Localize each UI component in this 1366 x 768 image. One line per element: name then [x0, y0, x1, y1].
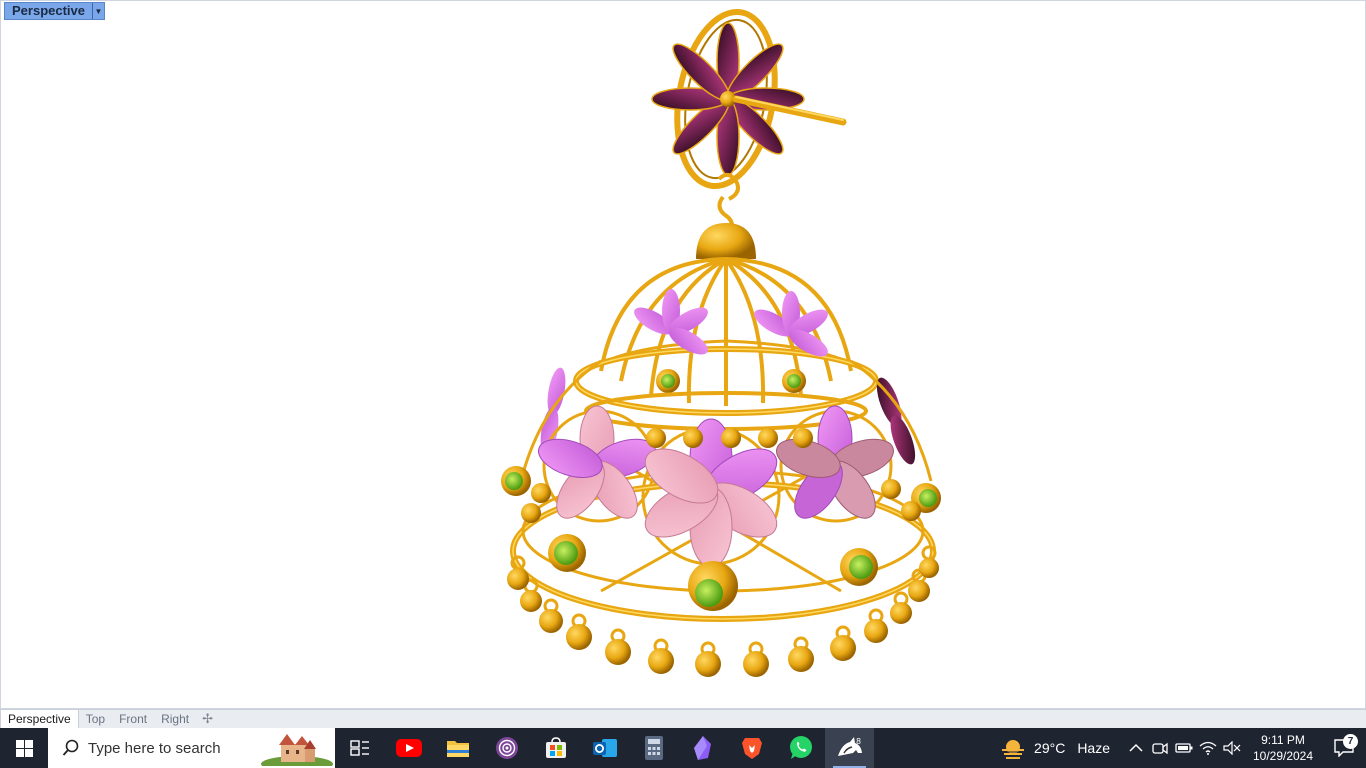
stud-flower — [651, 8, 847, 190]
taskbar-search[interactable]: Type here to search — [48, 728, 335, 768]
windows-logo-icon — [15, 739, 33, 757]
meet-now-icon[interactable] — [1148, 728, 1172, 768]
youtube-icon[interactable] — [384, 728, 433, 768]
system-tray: 29°C Haze 9:11 PM 10/29/2024 7 — [1000, 728, 1366, 768]
clock-date: 10/29/2024 — [1252, 749, 1314, 763]
search-icon — [60, 737, 82, 759]
perspective-viewport[interactable]: Perspective ▼ — [0, 0, 1366, 709]
outlook-icon[interactable] — [580, 728, 629, 768]
caret-down-icon[interactable]: ▼ — [92, 3, 104, 19]
weather-condition: Haze — [1077, 740, 1110, 756]
notification-count-badge: 7 — [1343, 734, 1358, 749]
dome-cap — [696, 223, 756, 259]
tab-top[interactable]: Top — [79, 710, 112, 728]
rhino-8-icon[interactable]: 8 — [825, 728, 874, 768]
chevron-up-icon[interactable] — [1124, 728, 1148, 768]
taskbar: Type here to search 8 29°C Haze 9:11 PM … — [0, 728, 1366, 768]
whatsapp-icon[interactable] — [776, 728, 825, 768]
viewport-title-label: Perspective — [12, 3, 85, 18]
weather-temp: 29°C — [1034, 740, 1066, 756]
tab-perspective[interactable]: Perspective — [0, 710, 79, 728]
calculator-icon[interactable] — [629, 728, 678, 768]
speaker-muted-icon[interactable] — [1220, 728, 1244, 768]
brave-icon[interactable] — [727, 728, 776, 768]
obsidian-icon[interactable] — [678, 728, 727, 768]
dome-cage — [573, 256, 879, 416]
viewport-title[interactable]: Perspective ▼ — [4, 2, 105, 20]
task-view-icon[interactable] — [335, 728, 384, 768]
tab-front[interactable]: Front — [112, 710, 154, 728]
search-highlight-castle-icon — [261, 734, 333, 766]
notification-center-button[interactable]: 7 — [1322, 734, 1366, 757]
microsoft-store-icon[interactable] — [531, 728, 580, 768]
tab-right[interactable]: Right — [154, 710, 196, 728]
wifi-icon[interactable] — [1196, 728, 1220, 768]
start-button[interactable] — [0, 728, 48, 768]
clock-time: 9:11 PM — [1261, 733, 1305, 747]
taskbar-clock[interactable]: 9:11 PM 10/29/2024 — [1244, 732, 1322, 764]
battery-icon[interactable] — [1172, 728, 1196, 768]
weather-widget[interactable]: 29°C Haze — [1000, 737, 1110, 759]
search-placeholder: Type here to search — [88, 739, 221, 757]
jhumka-earring-model — [501, 8, 941, 677]
tor-browser-icon[interactable] — [482, 728, 531, 768]
file-explorer-icon[interactable] — [433, 728, 482, 768]
bell-flowers — [538, 405, 894, 568]
haze-weather-icon — [1002, 740, 1025, 759]
add-tab-icon[interactable]: ✢ — [196, 711, 219, 727]
svg-text:8: 8 — [856, 737, 861, 746]
viewport-tabs: Perspective Top Front Right ✢ — [0, 709, 1366, 728]
